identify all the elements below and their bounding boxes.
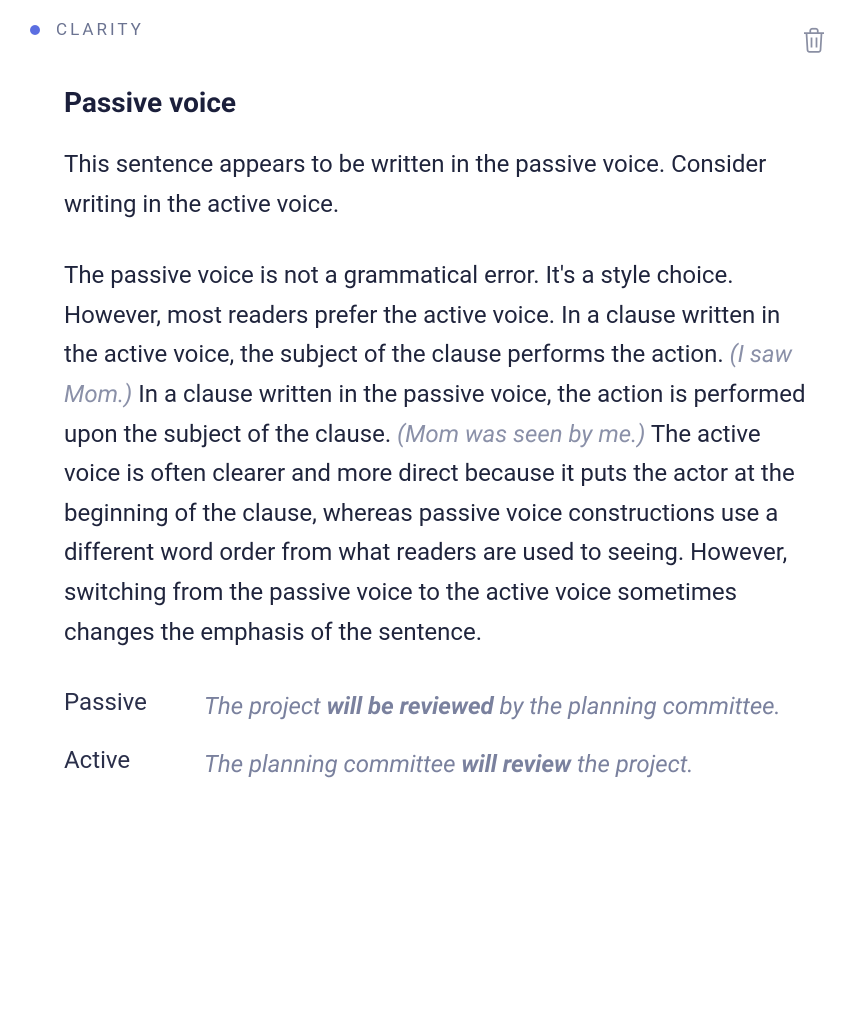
example-text: The planning committee will review the p…	[204, 746, 813, 782]
trash-icon	[799, 24, 829, 56]
suggestion-summary: This sentence appears to be written in t…	[64, 145, 813, 224]
example-bold-segment: will review	[461, 750, 571, 778]
category-row: CLARITY	[30, 20, 144, 40]
suggestion-explanation: The passive voice is not a grammatical e…	[64, 256, 813, 652]
example-segment: by the planning committee.	[494, 692, 781, 720]
example-row-active: Active The planning committee will revie…	[64, 746, 813, 782]
inline-example: (Mom was seen by me.)	[397, 420, 645, 448]
explanation-part: The active voice is often clearer and mo…	[64, 420, 795, 646]
example-segment: The planning committee	[204, 750, 461, 778]
category-bullet-icon	[30, 25, 40, 35]
example-text: The project will be reviewed by the plan…	[204, 688, 813, 724]
examples-block: Passive The project will be reviewed by …	[64, 688, 813, 782]
delete-button[interactable]	[795, 20, 833, 60]
example-label: Passive	[64, 688, 184, 716]
category-label: CLARITY	[56, 20, 144, 40]
card-header: CLARITY	[30, 20, 833, 60]
example-label: Active	[64, 746, 184, 774]
example-segment: The project	[204, 692, 327, 720]
example-bold-segment: will be reviewed	[327, 692, 494, 720]
suggestion-title: Passive voice	[64, 86, 813, 119]
explanation-part: The passive voice is not a grammatical e…	[64, 261, 780, 368]
example-segment: the project.	[571, 750, 693, 778]
card-content: Passive voice This sentence appears to b…	[30, 86, 833, 782]
example-row-passive: Passive The project will be reviewed by …	[64, 688, 813, 724]
